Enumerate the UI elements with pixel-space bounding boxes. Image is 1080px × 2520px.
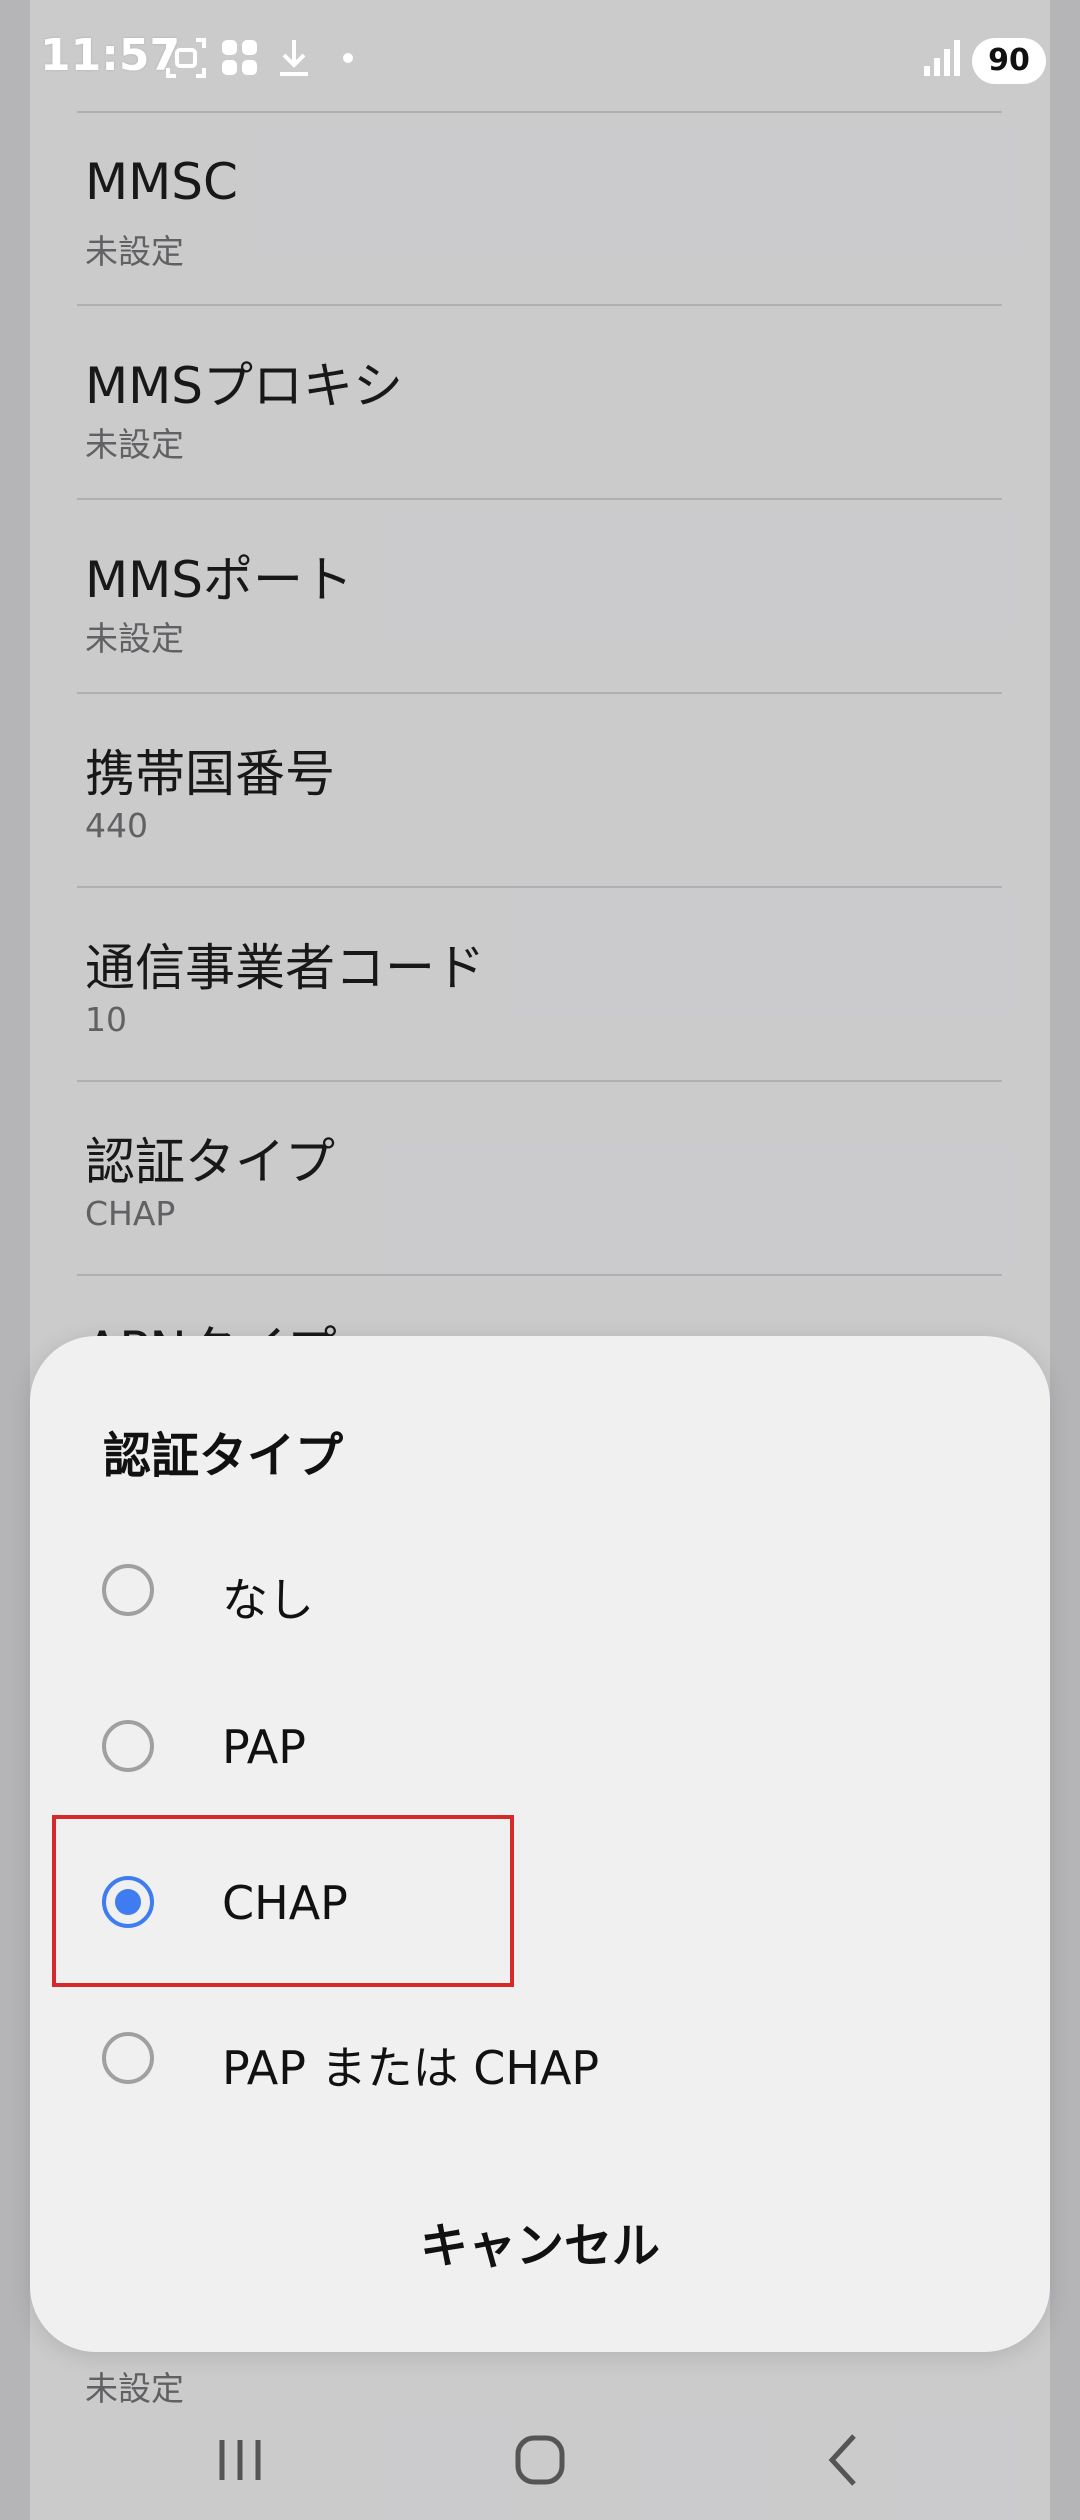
radio-button[interactable]	[102, 1720, 154, 1772]
radio-button[interactable]	[102, 2032, 154, 2084]
option-label: なし	[222, 1573, 314, 1627]
download-icon	[280, 40, 308, 76]
option-pap-or-chap[interactable]: PAP または CHAP	[30, 1984, 1050, 2140]
recents-icon[interactable]	[208, 2428, 272, 2492]
option-label: PAP または CHAP	[222, 2041, 600, 2095]
status-time: 11:57	[40, 30, 181, 81]
navigation-bar	[0, 2400, 1080, 2520]
dot-icon	[343, 53, 353, 63]
battery-indicator: 90	[972, 38, 1046, 84]
dialog-title: 認証タイプ	[103, 1428, 344, 1484]
cancel-button[interactable]: キャンセル	[340, 2196, 740, 2296]
signal-icon	[924, 40, 960, 76]
home-icon[interactable]	[508, 2428, 572, 2492]
status-bar: 11:57 90	[0, 0, 1080, 120]
screenshot-icon	[166, 38, 206, 78]
option-label: PAP	[222, 1720, 307, 1774]
back-icon[interactable]	[812, 2428, 876, 2492]
app-grid-icon	[222, 40, 257, 75]
option-none[interactable]: なし	[30, 1516, 1050, 1672]
highlight-box	[52, 1815, 514, 1987]
option-pap[interactable]: PAP	[30, 1672, 1050, 1828]
radio-button[interactable]	[102, 1564, 154, 1616]
